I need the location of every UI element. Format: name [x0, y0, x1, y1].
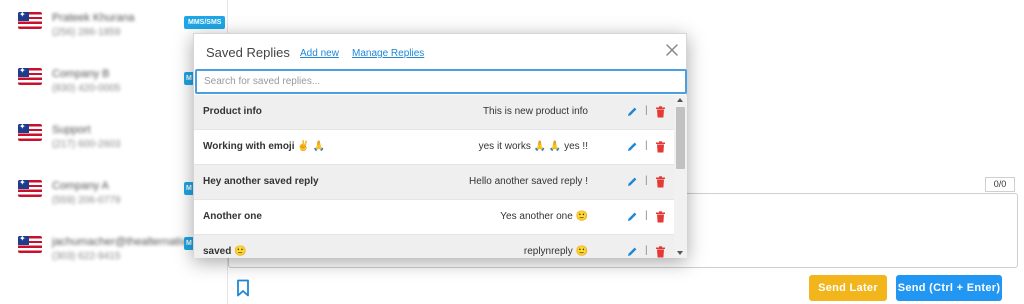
close-icon[interactable] — [664, 42, 680, 58]
saved-reply-text: replynreply 🙂 — [523, 246, 588, 257]
separator: | — [645, 175, 648, 186]
contact-phone: (303) 622-9415 — [52, 251, 121, 262]
scroll-up-arrow-icon[interactable] — [677, 98, 683, 102]
separator: | — [645, 105, 648, 116]
replies-scrollbar[interactable] — [674, 95, 687, 258]
contact-name: Prateek Khurana — [52, 12, 135, 24]
us-flag-icon — [18, 180, 42, 197]
contact-name: Company B — [52, 68, 110, 80]
trash-icon[interactable] — [655, 106, 666, 118]
saved-reply-row[interactable]: Another one Yes another one 🙂 | — [194, 200, 674, 235]
manage-replies-link[interactable]: Manage Replies — [352, 48, 424, 59]
modal-title: Saved Replies — [206, 45, 290, 60]
saved-reply-text: Yes another one 🙂 — [500, 211, 588, 222]
app-screen: Prateek Khurana (256) 286-1859 Company B… — [0, 0, 1024, 304]
saved-reply-row[interactable]: Hey another saved reply Hello another sa… — [194, 165, 674, 200]
saved-reply-row[interactable]: Working with emoji ✌️ 🙏 yes it works 🙏 🙏… — [194, 130, 674, 165]
saved-reply-name: Hey another saved reply — [203, 176, 319, 187]
saved-reply-name: saved 🙂 — [203, 246, 247, 257]
bookmark-icon[interactable] — [235, 279, 251, 297]
pencil-icon[interactable] — [626, 176, 638, 188]
contact-name: Support — [52, 124, 91, 136]
send-later-button[interactable]: Send Later — [809, 275, 887, 301]
us-flag-icon — [18, 12, 42, 29]
contact-phone: (830) 420-0005 — [52, 83, 121, 94]
contact-name: Company A — [52, 180, 109, 192]
scroll-down-arrow-icon[interactable] — [677, 251, 683, 255]
separator: | — [645, 245, 648, 256]
contact-phone: (217) 600-2603 — [52, 139, 121, 150]
saved-reply-text: This is new product info — [482, 106, 588, 117]
saved-reply-row[interactable]: Product info This is new product info | — [194, 95, 674, 130]
separator: | — [645, 140, 648, 151]
us-flag-icon — [18, 68, 42, 85]
send-button[interactable]: Send (Ctrl + Enter) — [896, 275, 1002, 301]
contact-phone: (559) 206-0779 — [52, 195, 121, 206]
us-flag-icon — [18, 236, 42, 253]
saved-reply-text: Hello another saved reply ! — [469, 176, 588, 187]
trash-icon[interactable] — [655, 176, 666, 188]
trash-icon[interactable] — [655, 141, 666, 153]
add-new-link[interactable]: Add new — [300, 48, 339, 59]
pencil-icon[interactable] — [626, 106, 638, 118]
saved-replies-list: Product info This is new product info | … — [194, 95, 674, 258]
contact-name: jachumacher@thealternative — [52, 236, 193, 248]
saved-reply-row[interactable]: saved 🙂 replynreply 🙂 | — [194, 235, 674, 258]
pencil-icon[interactable] — [626, 246, 638, 258]
saved-reply-text: yes it works 🙏 🙏 yes !! — [478, 141, 588, 152]
saved-replies-search-input[interactable] — [195, 69, 687, 94]
saved-replies-modal: Saved Replies Add new Manage Replies Pro… — [193, 33, 687, 258]
saved-reply-name: Another one — [203, 211, 262, 222]
trash-icon[interactable] — [655, 246, 666, 258]
scrollbar-thumb[interactable] — [676, 107, 685, 169]
channel-badge: MMS/SMS — [184, 16, 226, 29]
modal-header: Saved Replies Add new Manage Replies — [194, 34, 688, 70]
pencil-icon[interactable] — [626, 211, 638, 223]
contact-phone: (256) 286-1859 — [52, 27, 121, 38]
separator: | — [645, 210, 648, 221]
pencil-icon[interactable] — [626, 141, 638, 153]
character-count: 0/0 — [985, 177, 1015, 192]
us-flag-icon — [18, 124, 42, 141]
saved-reply-name: Product info — [203, 106, 262, 117]
trash-icon[interactable] — [655, 211, 666, 223]
saved-reply-name: Working with emoji ✌️ 🙏 — [203, 141, 325, 152]
